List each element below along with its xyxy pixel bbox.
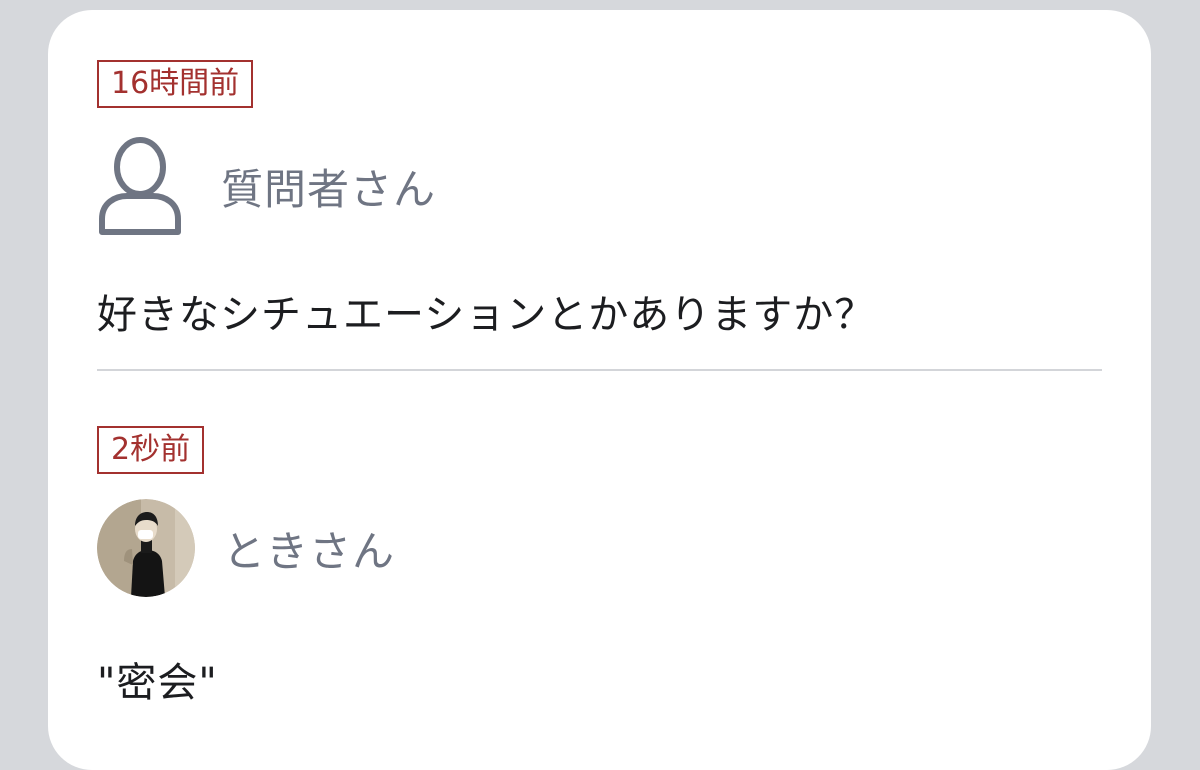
divider bbox=[97, 369, 1102, 371]
questioner-row: 質問者さん bbox=[97, 135, 436, 237]
answer-text: "密会" bbox=[97, 660, 218, 706]
answer-timestamp: 2秒前 bbox=[97, 426, 205, 474]
answerer-avatar[interactable] bbox=[97, 499, 195, 597]
question-timestamp: 16時間前 bbox=[97, 60, 254, 108]
questioner-name: 質問者さん bbox=[221, 164, 437, 214]
person-outline-icon bbox=[99, 137, 181, 235]
answerer-row: ときさん bbox=[97, 499, 395, 597]
answerer-name: ときさん bbox=[223, 526, 396, 576]
question-text: 好きなシチュエーションとかありますか？ bbox=[97, 292, 876, 338]
qa-card: 16時間前 質問者さん 好きなシチュエーションとかありますか？ 2秒前 ときさん… bbox=[48, 10, 1151, 770]
